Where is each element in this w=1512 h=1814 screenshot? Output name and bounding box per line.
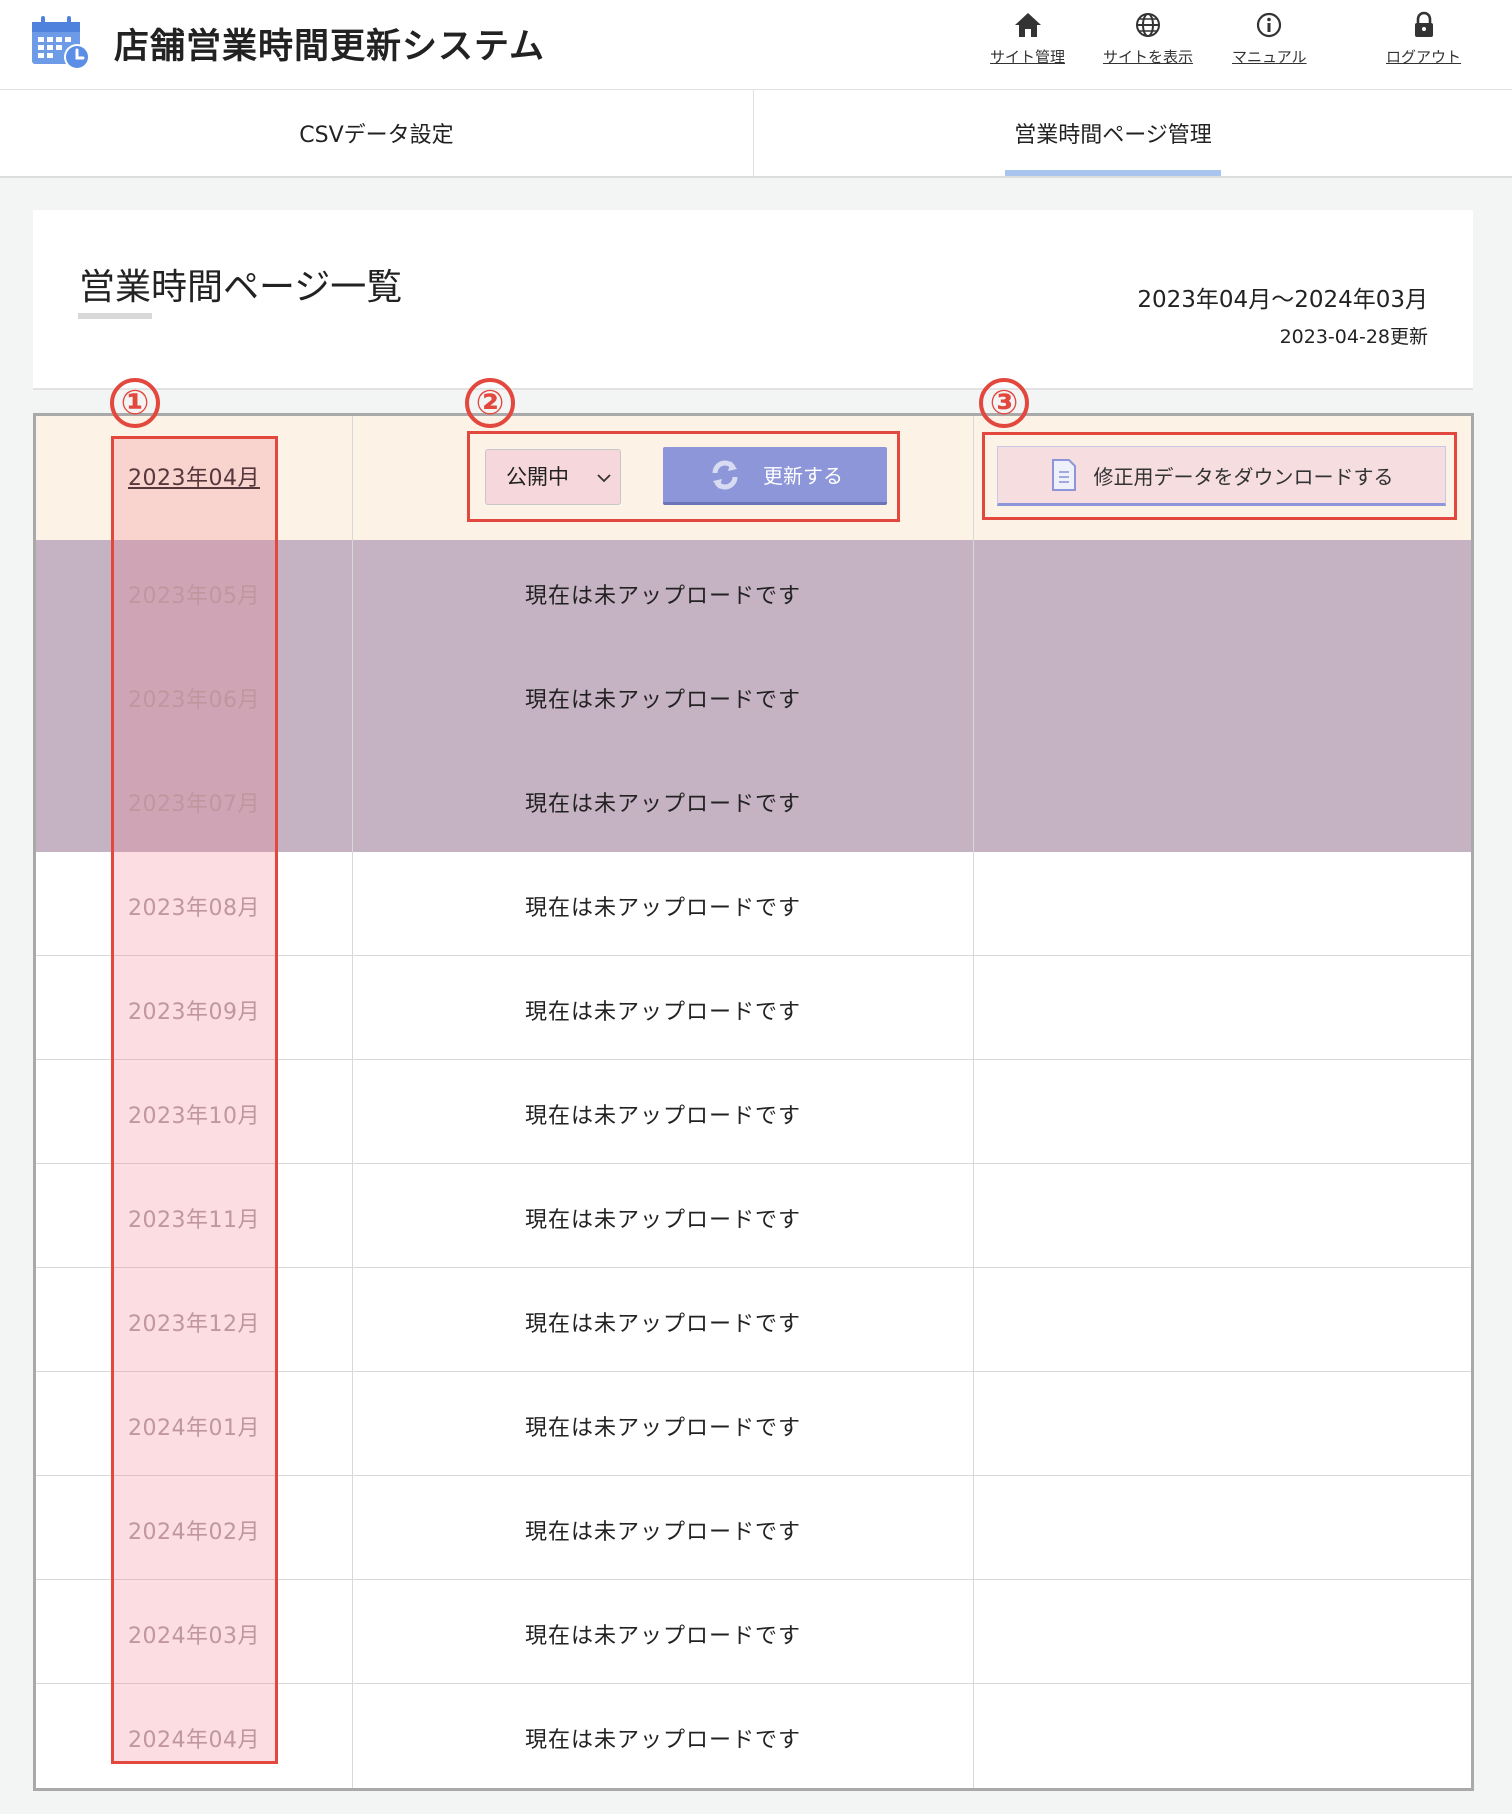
active-tab-indicator: [1005, 170, 1221, 176]
upload-status-text: 現在は未アップロードです: [524, 792, 801, 817]
nav-site-admin[interactable]: サイト管理: [990, 10, 1065, 67]
title-underline: [78, 313, 152, 319]
nav-manual[interactable]: マニュアル: [1232, 10, 1307, 67]
upload-status-text: 現在は未アップロードです: [524, 1728, 801, 1753]
last-updated: 2023-04-28更新: [1279, 326, 1428, 348]
annotation-number-3: ③: [979, 378, 1029, 428]
period-range: 2023年04月〜2024年03月: [1137, 287, 1428, 313]
globe-icon: [1136, 13, 1160, 37]
nav-logout-label: ログアウト: [1386, 48, 1462, 66]
tab-csv-settings[interactable]: CSVデータ設定: [0, 90, 753, 176]
info-icon: [1257, 12, 1282, 38]
top-header: 店舗営業時間更新システム サイト管理 サイトを表示 マニュアル ログアウト: [0, 0, 1512, 90]
upload-status-text: 現在は未アップロードです: [524, 688, 801, 713]
upload-status-text: 現在は未アップロードです: [524, 1208, 801, 1233]
nav-logout[interactable]: ログアウト: [1386, 10, 1461, 67]
annotation-number-1: ①: [110, 378, 160, 428]
upload-status-text: 現在は未アップロードです: [524, 1104, 801, 1129]
annotation-box-month-column: [111, 436, 278, 1764]
nav-site-admin-label: サイト管理: [990, 48, 1066, 66]
page-title: 営業時間ページ一覧: [79, 267, 403, 308]
upload-status-text: 現在は未アップロードです: [524, 896, 801, 921]
upload-status-text: 現在は未アップロードです: [524, 1312, 801, 1337]
column-divider: [352, 416, 353, 1788]
upload-status-text: 現在は未アップロードです: [524, 1520, 801, 1545]
calendar-clock-icon: [32, 16, 90, 70]
column-divider: [973, 416, 974, 1788]
annotation-number-2: ②: [465, 378, 515, 428]
page-header-card: 営業時間ページ一覧 2023年04月〜2024年03月 2023-04-28更新: [33, 210, 1473, 390]
annotation-box-status-update: [467, 431, 900, 522]
nav-view-site[interactable]: サイトを表示: [1103, 10, 1193, 67]
tab-hours-page-admin-label: 営業時間ページ管理: [1014, 123, 1212, 148]
nav-manual-label: マニュアル: [1232, 48, 1307, 66]
app-title: 店舗営業時間更新システム: [114, 27, 545, 67]
tab-csv-settings-label: CSVデータ設定: [299, 123, 454, 148]
nav-view-site-label: サイトを表示: [1103, 48, 1194, 66]
lock-icon: [1414, 11, 1433, 37]
tab-hours-page-admin[interactable]: 営業時間ページ管理: [754, 90, 1472, 176]
upload-status-text: 現在は未アップロードです: [524, 1624, 801, 1649]
tab-bar: CSVデータ設定 営業時間ページ管理: [0, 90, 1512, 178]
home-icon: [1014, 13, 1041, 37]
upload-status-text: 現在は未アップロードです: [524, 1416, 801, 1441]
upload-status-text: 現在は未アップロードです: [524, 584, 801, 609]
upload-status-text: 現在は未アップロードです: [524, 1000, 801, 1025]
annotation-box-download: [982, 432, 1457, 520]
